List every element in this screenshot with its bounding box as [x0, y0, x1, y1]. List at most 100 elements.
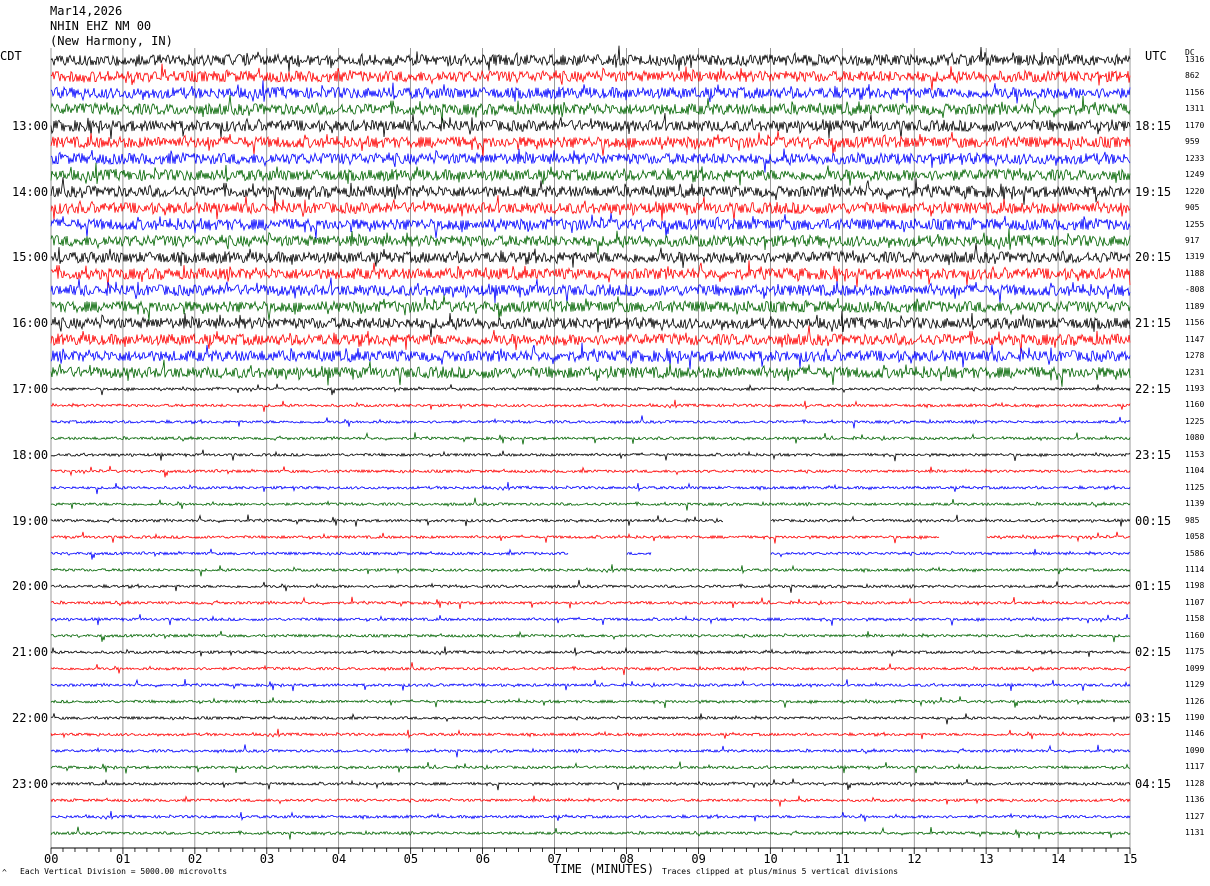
dc-offset-label: 1058	[1185, 532, 1205, 542]
left-hour-label: 22:00	[12, 711, 49, 725]
clip-note: Traces clipped at plus/minus 5 vertical …	[662, 867, 899, 876]
dc-offset-label: 1311	[1185, 104, 1205, 114]
right-hour-label: 02:15	[1135, 645, 1172, 660]
trace-row-41	[50, 728, 1131, 740]
trace-row-43	[50, 761, 1131, 774]
trace-row-6	[50, 148, 1131, 173]
location-label: (New Harmony, IN)	[50, 34, 173, 48]
trace-row-32	[50, 579, 1131, 593]
trace-row-35	[50, 630, 1131, 643]
dc-offset-label: 985	[1185, 515, 1200, 525]
trace-row-2	[50, 80, 1131, 104]
trace-row-44	[50, 778, 1131, 791]
left-hour-label: 20:00	[12, 579, 49, 594]
x-tick-label: 03	[259, 852, 275, 866]
trace-row-33	[50, 596, 1131, 609]
trace-row-24	[50, 449, 1131, 462]
right-hour-label: 19:15	[1135, 184, 1172, 199]
trace-row-29	[50, 531, 1131, 544]
trace-row-28	[50, 514, 1131, 527]
x-axis-title: TIME (MINUTES)	[553, 862, 655, 876]
helicorder-plot	[50, 45, 1131, 854]
dc-offset-label: 862	[1185, 71, 1200, 81]
dc-offset-label: 1198	[1185, 581, 1205, 591]
trace-row-21	[50, 399, 1131, 412]
trace-row-34	[50, 614, 1131, 626]
trace-row-22	[50, 415, 1131, 429]
dc-offset-label: 1278	[1185, 351, 1205, 361]
trace-row-11	[50, 228, 1131, 255]
scale-note: Each Vertical Division = 5000.00 microvo…	[20, 867, 228, 876]
dc-offset-label: 1175	[1185, 647, 1205, 657]
trace-row-19	[50, 359, 1131, 387]
right-timezone-label: UTC	[1145, 49, 1167, 63]
trace-row-40	[50, 712, 1130, 725]
dc-offset-label: 1586	[1185, 548, 1205, 558]
dc-offset-label: 1117	[1185, 762, 1205, 772]
right-hour-label: 03:15	[1135, 711, 1172, 725]
dc-offset-label: 1233	[1185, 153, 1205, 163]
x-tick-label: 10	[763, 852, 778, 866]
trace-row-17	[50, 325, 1131, 354]
right-hour-label: 00:15	[1135, 513, 1172, 528]
x-axis	[50, 847, 1131, 854]
trace-row-42	[50, 744, 1131, 758]
dc-offset-label: 1131	[1185, 828, 1205, 838]
right-hour-label: 21:15	[1135, 316, 1172, 331]
dc-offset-label: 1125	[1185, 482, 1205, 492]
trace-row-5	[50, 130, 1131, 157]
trace-row-8	[50, 177, 1131, 206]
dc-offset-label: 1127	[1185, 811, 1205, 821]
left-hour-label: 17:00	[12, 382, 49, 396]
trace-row-9	[50, 195, 1131, 221]
trace-row-1	[50, 63, 1131, 91]
right-hour-label: 20:15	[1135, 250, 1172, 265]
trace-row-26	[50, 481, 1131, 495]
dc-offset-label: 1190	[1185, 713, 1205, 722]
seismic-traces	[50, 45, 1131, 840]
dc-offset-label: 1225	[1185, 416, 1205, 426]
dc-offset-label: 1146	[1185, 729, 1205, 739]
trace-row-13	[50, 260, 1131, 288]
dc-offset-label: 1128	[1185, 778, 1205, 788]
trace-row-14	[50, 277, 1131, 304]
dc-offset-label: 1129	[1185, 680, 1205, 690]
trace-row-15	[50, 295, 1131, 321]
dc-offset-label: 1107	[1185, 597, 1205, 607]
left-hour-label: 16:00	[12, 316, 49, 331]
dc-offset-label: 917	[1185, 235, 1200, 245]
trace-row-25	[50, 465, 1131, 478]
dc-offset-label: 1139	[1185, 499, 1205, 509]
dc-offset-label: 1090	[1185, 745, 1205, 755]
left-hour-label: 21:00	[12, 645, 49, 660]
left-hour-label: 18:00	[12, 447, 49, 462]
dc-offset-label: 1189	[1185, 301, 1205, 311]
footer-mark: ^	[2, 868, 7, 877]
dc-offset-label: 1153	[1185, 449, 1205, 459]
x-tick-label: 00	[44, 852, 59, 866]
dc-offset-label: 1080	[1185, 433, 1205, 443]
right-hour-label: 22:15	[1135, 382, 1172, 396]
trace-row-27	[50, 497, 1131, 511]
dc-offset-label: 1188	[1185, 268, 1205, 278]
dc-offset-label: 1147	[1185, 334, 1205, 344]
dc-offset-label: 1160	[1185, 400, 1205, 410]
station-label: NHIN EHZ NM 00	[50, 19, 152, 33]
trace-row-18	[50, 342, 1131, 370]
left-hour-label: 23:00	[12, 776, 49, 791]
x-tick-label: 13	[979, 852, 994, 866]
left-timezone-label: CDT	[0, 49, 22, 63]
trace-row-20	[50, 383, 1131, 396]
x-tick-label: 14	[1051, 852, 1066, 866]
dc-offset-label: -808	[1185, 285, 1205, 295]
trace-row-37	[50, 662, 1131, 676]
dc-offset-label: 1231	[1185, 367, 1205, 377]
right-hour-label: 04:15	[1135, 776, 1172, 791]
trace-row-16	[50, 310, 1131, 338]
x-tick-label: 04	[331, 852, 347, 866]
dc-offset-label: 1170	[1185, 120, 1205, 130]
trace-row-4	[50, 113, 1131, 140]
x-tick-label: 15	[1123, 852, 1138, 866]
trace-row-45	[50, 795, 1131, 807]
dc-offset-label: 1156	[1185, 318, 1205, 328]
